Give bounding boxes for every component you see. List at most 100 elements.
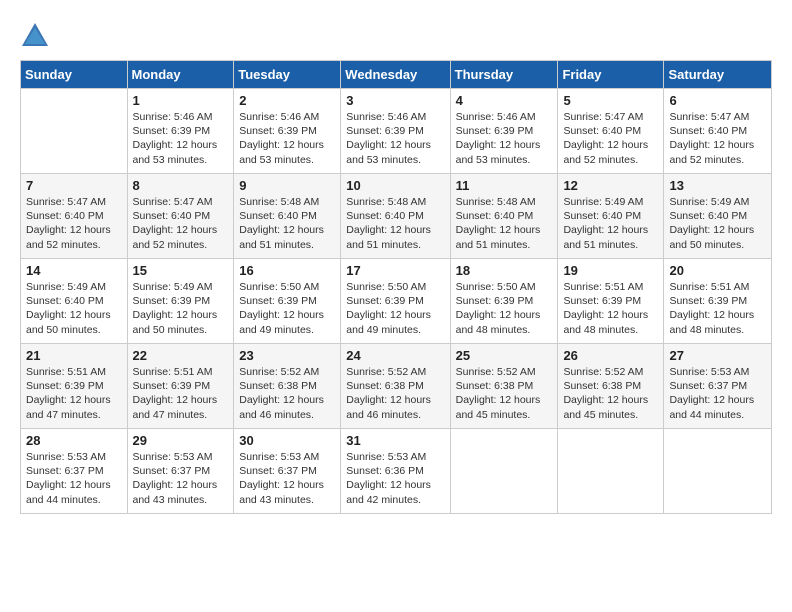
calendar-week-4: 21 Sunrise: 5:51 AM Sunset: 6:39 PM Dayli… <box>21 344 772 429</box>
day-info: Sunrise: 5:46 AM Sunset: 6:39 PM Dayligh… <box>456 110 553 167</box>
day-info: Sunrise: 5:51 AM Sunset: 6:39 PM Dayligh… <box>669 280 766 337</box>
calendar-cell: 20 Sunrise: 5:51 AM Sunset: 6:39 PM Dayli… <box>664 259 772 344</box>
day-info: Sunrise: 5:48 AM Sunset: 6:40 PM Dayligh… <box>346 195 444 252</box>
header-thursday: Thursday <box>450 61 558 89</box>
calendar-cell: 15 Sunrise: 5:49 AM Sunset: 6:39 PM Dayli… <box>127 259 234 344</box>
calendar-cell <box>558 429 664 514</box>
calendar-header-row: SundayMondayTuesdayWednesdayThursdayFrid… <box>21 61 772 89</box>
calendar-cell: 29 Sunrise: 5:53 AM Sunset: 6:37 PM Dayli… <box>127 429 234 514</box>
calendar-cell: 28 Sunrise: 5:53 AM Sunset: 6:37 PM Dayli… <box>21 429 128 514</box>
calendar-cell: 3Sunrise: 5:46 AM Sunset: 6:39 PM Daylig… <box>341 89 450 174</box>
day-info: Sunrise: 5:53 AM Sunset: 6:37 PM Dayligh… <box>26 450 122 507</box>
calendar-cell: 2 Sunrise: 5:46 AM Sunset: 6:39 PM Daylig… <box>234 89 341 174</box>
calendar-cell <box>21 89 128 174</box>
day-info: Sunrise: 5:47 AM Sunset: 6:40 PM Dayligh… <box>563 110 658 167</box>
header-sunday: Sunday <box>21 61 128 89</box>
page-header <box>20 20 772 50</box>
calendar-cell: 17 Sunrise: 5:50 AM Sunset: 6:39 PM Dayli… <box>341 259 450 344</box>
calendar-cell: 10Sunrise: 5:48 AM Sunset: 6:40 PM Dayli… <box>341 174 450 259</box>
day-number: 2 <box>239 93 335 108</box>
calendar-cell: 25 Sunrise: 5:52 AM Sunset: 6:38 PM Dayli… <box>450 344 558 429</box>
calendar-cell: 26 Sunrise: 5:52 AM Sunset: 6:38 PM Dayli… <box>558 344 664 429</box>
day-info: Sunrise: 5:52 AM Sunset: 6:38 PM Dayligh… <box>239 365 335 422</box>
day-number: 17 <box>346 263 444 278</box>
calendar-cell: 5 Sunrise: 5:47 AM Sunset: 6:40 PM Daylig… <box>558 89 664 174</box>
calendar-table: SundayMondayTuesdayWednesdayThursdayFrid… <box>20 60 772 514</box>
calendar-cell: 6 Sunrise: 5:47 AM Sunset: 6:40 PM Daylig… <box>664 89 772 174</box>
day-info: Sunrise: 5:47 AM Sunset: 6:40 PM Dayligh… <box>26 195 122 252</box>
day-number: 9 <box>239 178 335 193</box>
day-number: 15 <box>133 263 229 278</box>
header-monday: Monday <box>127 61 234 89</box>
day-info: Sunrise: 5:47 AM Sunset: 6:40 PM Dayligh… <box>669 110 766 167</box>
day-number: 13 <box>669 178 766 193</box>
calendar-week-2: 7 Sunrise: 5:47 AM Sunset: 6:40 PM Daylig… <box>21 174 772 259</box>
day-number: 23 <box>239 348 335 363</box>
calendar-week-1: 1 Sunrise: 5:46 AM Sunset: 6:39 PM Daylig… <box>21 89 772 174</box>
day-number: 26 <box>563 348 658 363</box>
day-number: 20 <box>669 263 766 278</box>
day-number: 14 <box>26 263 122 278</box>
calendar-cell: 19 Sunrise: 5:51 AM Sunset: 6:39 PM Dayli… <box>558 259 664 344</box>
calendar-cell: 4 Sunrise: 5:46 AM Sunset: 6:39 PM Daylig… <box>450 89 558 174</box>
day-info: Sunrise: 5:52 AM Sunset: 6:38 PM Dayligh… <box>563 365 658 422</box>
day-info: Sunrise: 5:49 AM Sunset: 6:39 PM Dayligh… <box>133 280 229 337</box>
day-info: Sunrise: 5:51 AM Sunset: 6:39 PM Dayligh… <box>133 365 229 422</box>
day-number: 11 <box>456 178 553 193</box>
calendar-cell: 8 Sunrise: 5:47 AM Sunset: 6:40 PM Daylig… <box>127 174 234 259</box>
calendar-cell: 12 Sunrise: 5:49 AM Sunset: 6:40 PM Dayli… <box>558 174 664 259</box>
day-number: 18 <box>456 263 553 278</box>
calendar-cell: 30Sunrise: 5:53 AM Sunset: 6:37 PM Dayli… <box>234 429 341 514</box>
day-number: 29 <box>133 433 229 448</box>
calendar-cell: 13 Sunrise: 5:49 AM Sunset: 6:40 PM Dayli… <box>664 174 772 259</box>
day-number: 7 <box>26 178 122 193</box>
day-number: 21 <box>26 348 122 363</box>
day-info: Sunrise: 5:46 AM Sunset: 6:39 PM Dayligh… <box>346 110 444 167</box>
day-number: 25 <box>456 348 553 363</box>
calendar-cell: 14Sunrise: 5:49 AM Sunset: 6:40 PM Dayli… <box>21 259 128 344</box>
day-number: 12 <box>563 178 658 193</box>
day-info: Sunrise: 5:53 AM Sunset: 6:36 PM Dayligh… <box>346 450 444 507</box>
day-number: 27 <box>669 348 766 363</box>
header-wednesday: Wednesday <box>341 61 450 89</box>
day-info: Sunrise: 5:51 AM Sunset: 6:39 PM Dayligh… <box>563 280 658 337</box>
day-number: 22 <box>133 348 229 363</box>
day-number: 8 <box>133 178 229 193</box>
calendar-cell: 18 Sunrise: 5:50 AM Sunset: 6:39 PM Dayli… <box>450 259 558 344</box>
day-info: Sunrise: 5:51 AM Sunset: 6:39 PM Dayligh… <box>26 365 122 422</box>
calendar-week-5: 28 Sunrise: 5:53 AM Sunset: 6:37 PM Dayli… <box>21 429 772 514</box>
calendar-week-3: 14Sunrise: 5:49 AM Sunset: 6:40 PM Dayli… <box>21 259 772 344</box>
day-number: 30 <box>239 433 335 448</box>
day-info: Sunrise: 5:48 AM Sunset: 6:40 PM Dayligh… <box>239 195 335 252</box>
day-number: 1 <box>133 93 229 108</box>
day-info: Sunrise: 5:50 AM Sunset: 6:39 PM Dayligh… <box>346 280 444 337</box>
day-info: Sunrise: 5:53 AM Sunset: 6:37 PM Dayligh… <box>669 365 766 422</box>
day-info: Sunrise: 5:46 AM Sunset: 6:39 PM Dayligh… <box>239 110 335 167</box>
day-number: 31 <box>346 433 444 448</box>
calendar-cell: 16Sunrise: 5:50 AM Sunset: 6:39 PM Dayli… <box>234 259 341 344</box>
day-number: 19 <box>563 263 658 278</box>
calendar-cell: 31 Sunrise: 5:53 AM Sunset: 6:36 PM Dayli… <box>341 429 450 514</box>
header-tuesday: Tuesday <box>234 61 341 89</box>
header-friday: Friday <box>558 61 664 89</box>
day-info: Sunrise: 5:49 AM Sunset: 6:40 PM Dayligh… <box>669 195 766 252</box>
calendar-cell: 23 Sunrise: 5:52 AM Sunset: 6:38 PM Dayli… <box>234 344 341 429</box>
day-number: 5 <box>563 93 658 108</box>
calendar-cell: 21 Sunrise: 5:51 AM Sunset: 6:39 PM Dayli… <box>21 344 128 429</box>
day-info: Sunrise: 5:48 AM Sunset: 6:40 PM Dayligh… <box>456 195 553 252</box>
day-number: 16 <box>239 263 335 278</box>
calendar-cell: 24Sunrise: 5:52 AM Sunset: 6:38 PM Dayli… <box>341 344 450 429</box>
day-number: 4 <box>456 93 553 108</box>
day-number: 28 <box>26 433 122 448</box>
day-info: Sunrise: 5:50 AM Sunset: 6:39 PM Dayligh… <box>456 280 553 337</box>
day-info: Sunrise: 5:52 AM Sunset: 6:38 PM Dayligh… <box>456 365 553 422</box>
day-number: 6 <box>669 93 766 108</box>
calendar-cell: 27 Sunrise: 5:53 AM Sunset: 6:37 PM Dayli… <box>664 344 772 429</box>
day-info: Sunrise: 5:49 AM Sunset: 6:40 PM Dayligh… <box>563 195 658 252</box>
calendar-cell: 7 Sunrise: 5:47 AM Sunset: 6:40 PM Daylig… <box>21 174 128 259</box>
logo-icon <box>20 20 50 50</box>
day-number: 24 <box>346 348 444 363</box>
day-info: Sunrise: 5:47 AM Sunset: 6:40 PM Dayligh… <box>133 195 229 252</box>
header-saturday: Saturday <box>664 61 772 89</box>
day-info: Sunrise: 5:53 AM Sunset: 6:37 PM Dayligh… <box>133 450 229 507</box>
